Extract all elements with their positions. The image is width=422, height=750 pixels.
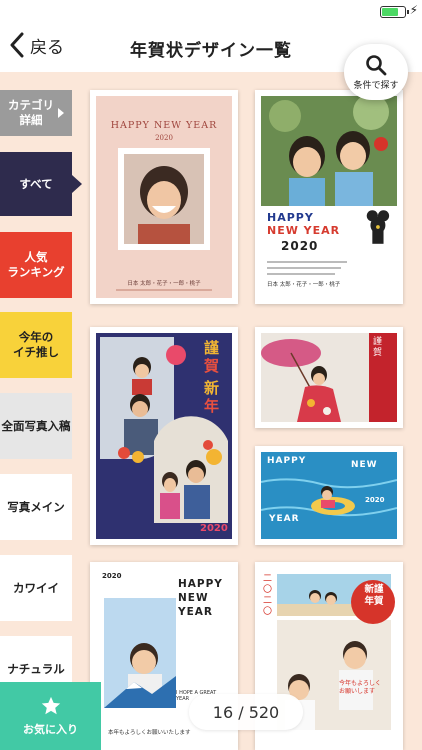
photo-kids-image [261, 96, 397, 206]
card-year: 2020 [281, 239, 319, 253]
sidebar-item-label: 人気 ランキング [7, 250, 65, 279]
selected-indicator-icon [72, 175, 82, 193]
card-title-line2: NEW YEAR [267, 224, 341, 237]
card-year: 2020 [365, 496, 385, 504]
sidebar-item-label: 今年の イチ推し [13, 330, 59, 359]
charging-icon: ⚡ [409, 3, 418, 17]
sidebar-item-label: 全面写真入稿 [1, 418, 71, 433]
card-year: 2020 [155, 134, 173, 142]
card-greeting: 今年もよろしく お願いします [339, 680, 382, 695]
design-card[interactable]: 謹賀 [255, 327, 403, 428]
card-year: 2020 [200, 523, 228, 534]
sidebar-item-label: ナチュラル [7, 661, 65, 676]
card-year: 2020 [102, 572, 122, 580]
sidebar-item-label: カテゴリ 詳細 [8, 98, 54, 127]
photo-girl-image [124, 154, 204, 244]
design-card[interactable]: HAPPY NEW YEAR 2020 日本 太郎・花子・一郎・桃子 [255, 90, 403, 304]
page-counter: 16 / 520 [189, 694, 303, 730]
star-icon [41, 696, 60, 715]
card-text-line [267, 267, 341, 269]
battery-icon [380, 6, 409, 18]
card-word-2: NEW [351, 460, 378, 470]
card-kanji-2: 賀 [204, 357, 220, 375]
card-name: 日本 太郎・花子・一郎・桃子 [267, 282, 341, 288]
card-year-vertical: 二〇二〇 [263, 574, 273, 617]
design-card[interactable]: 謹 賀 新 年 2020 [90, 327, 238, 545]
card-name: 日本 太郎・花子・一郎・桃子 [127, 281, 201, 287]
photo-frame [118, 148, 210, 250]
card-kanji: 謹賀 [373, 337, 383, 358]
card-title-line1: HAPPY [178, 578, 223, 590]
card-text-line [267, 273, 335, 275]
card-text-line [116, 289, 212, 291]
sidebar-item-full-photo[interactable]: 全面写真入稿 [0, 393, 72, 459]
favorites-button[interactable]: お気に入り [0, 682, 101, 750]
card-text-line [267, 261, 347, 263]
caret-right-icon [58, 108, 64, 118]
mouse-illustration-icon [366, 210, 390, 244]
sidebar-item-label: カワイイ [13, 580, 59, 595]
card-word-3: YEAR [269, 514, 300, 524]
card-title-line1: HAPPY [267, 211, 314, 224]
sidebar-item-cute[interactable]: カワイイ [0, 555, 72, 621]
sidebar-item-all[interactable]: すべて [0, 152, 82, 216]
sidebar-item-recommended[interactable]: 今年の イチ推し [0, 312, 72, 378]
card-word-1: HAPPY [267, 456, 307, 466]
card-kanji-4: 年 [204, 397, 220, 415]
sidebar-item-category-detail[interactable]: カテゴリ 詳細 [0, 90, 72, 136]
design-card[interactable]: HAPPY NEW YEAR 2020 日本 太郎・花子・一郎・桃子 [90, 90, 238, 304]
sidebar-item-label: 写真メイン [7, 499, 65, 514]
search-filter-label: 条件で探す [353, 80, 399, 91]
card-kanji-1: 謹 [204, 339, 220, 357]
card-greeting: 本年もよろしくお願いいたします [108, 730, 191, 736]
design-list-area: カテゴリ 詳細 すべて 人気 ランキング 今年の イチ推し 全面写真入稿 写真メ… [0, 72, 422, 750]
sidebar-item-photo-main[interactable]: 写真メイン [0, 474, 72, 540]
search-filter-button[interactable]: 条件で探す [344, 44, 408, 100]
favorites-label: お気に入り [23, 723, 78, 736]
card-title: HAPPY NEW YEAR [110, 120, 218, 131]
search-icon [366, 54, 387, 75]
sidebar-item-ranking[interactable]: 人気 ランキング [0, 232, 72, 298]
card-badge: 新謹 年賀 [364, 584, 384, 607]
card-kanji-3: 新 [204, 379, 220, 397]
sidebar-item-label: すべて [19, 176, 53, 191]
design-card[interactable]: HAPPY NEW YEAR 2020 [255, 446, 403, 545]
